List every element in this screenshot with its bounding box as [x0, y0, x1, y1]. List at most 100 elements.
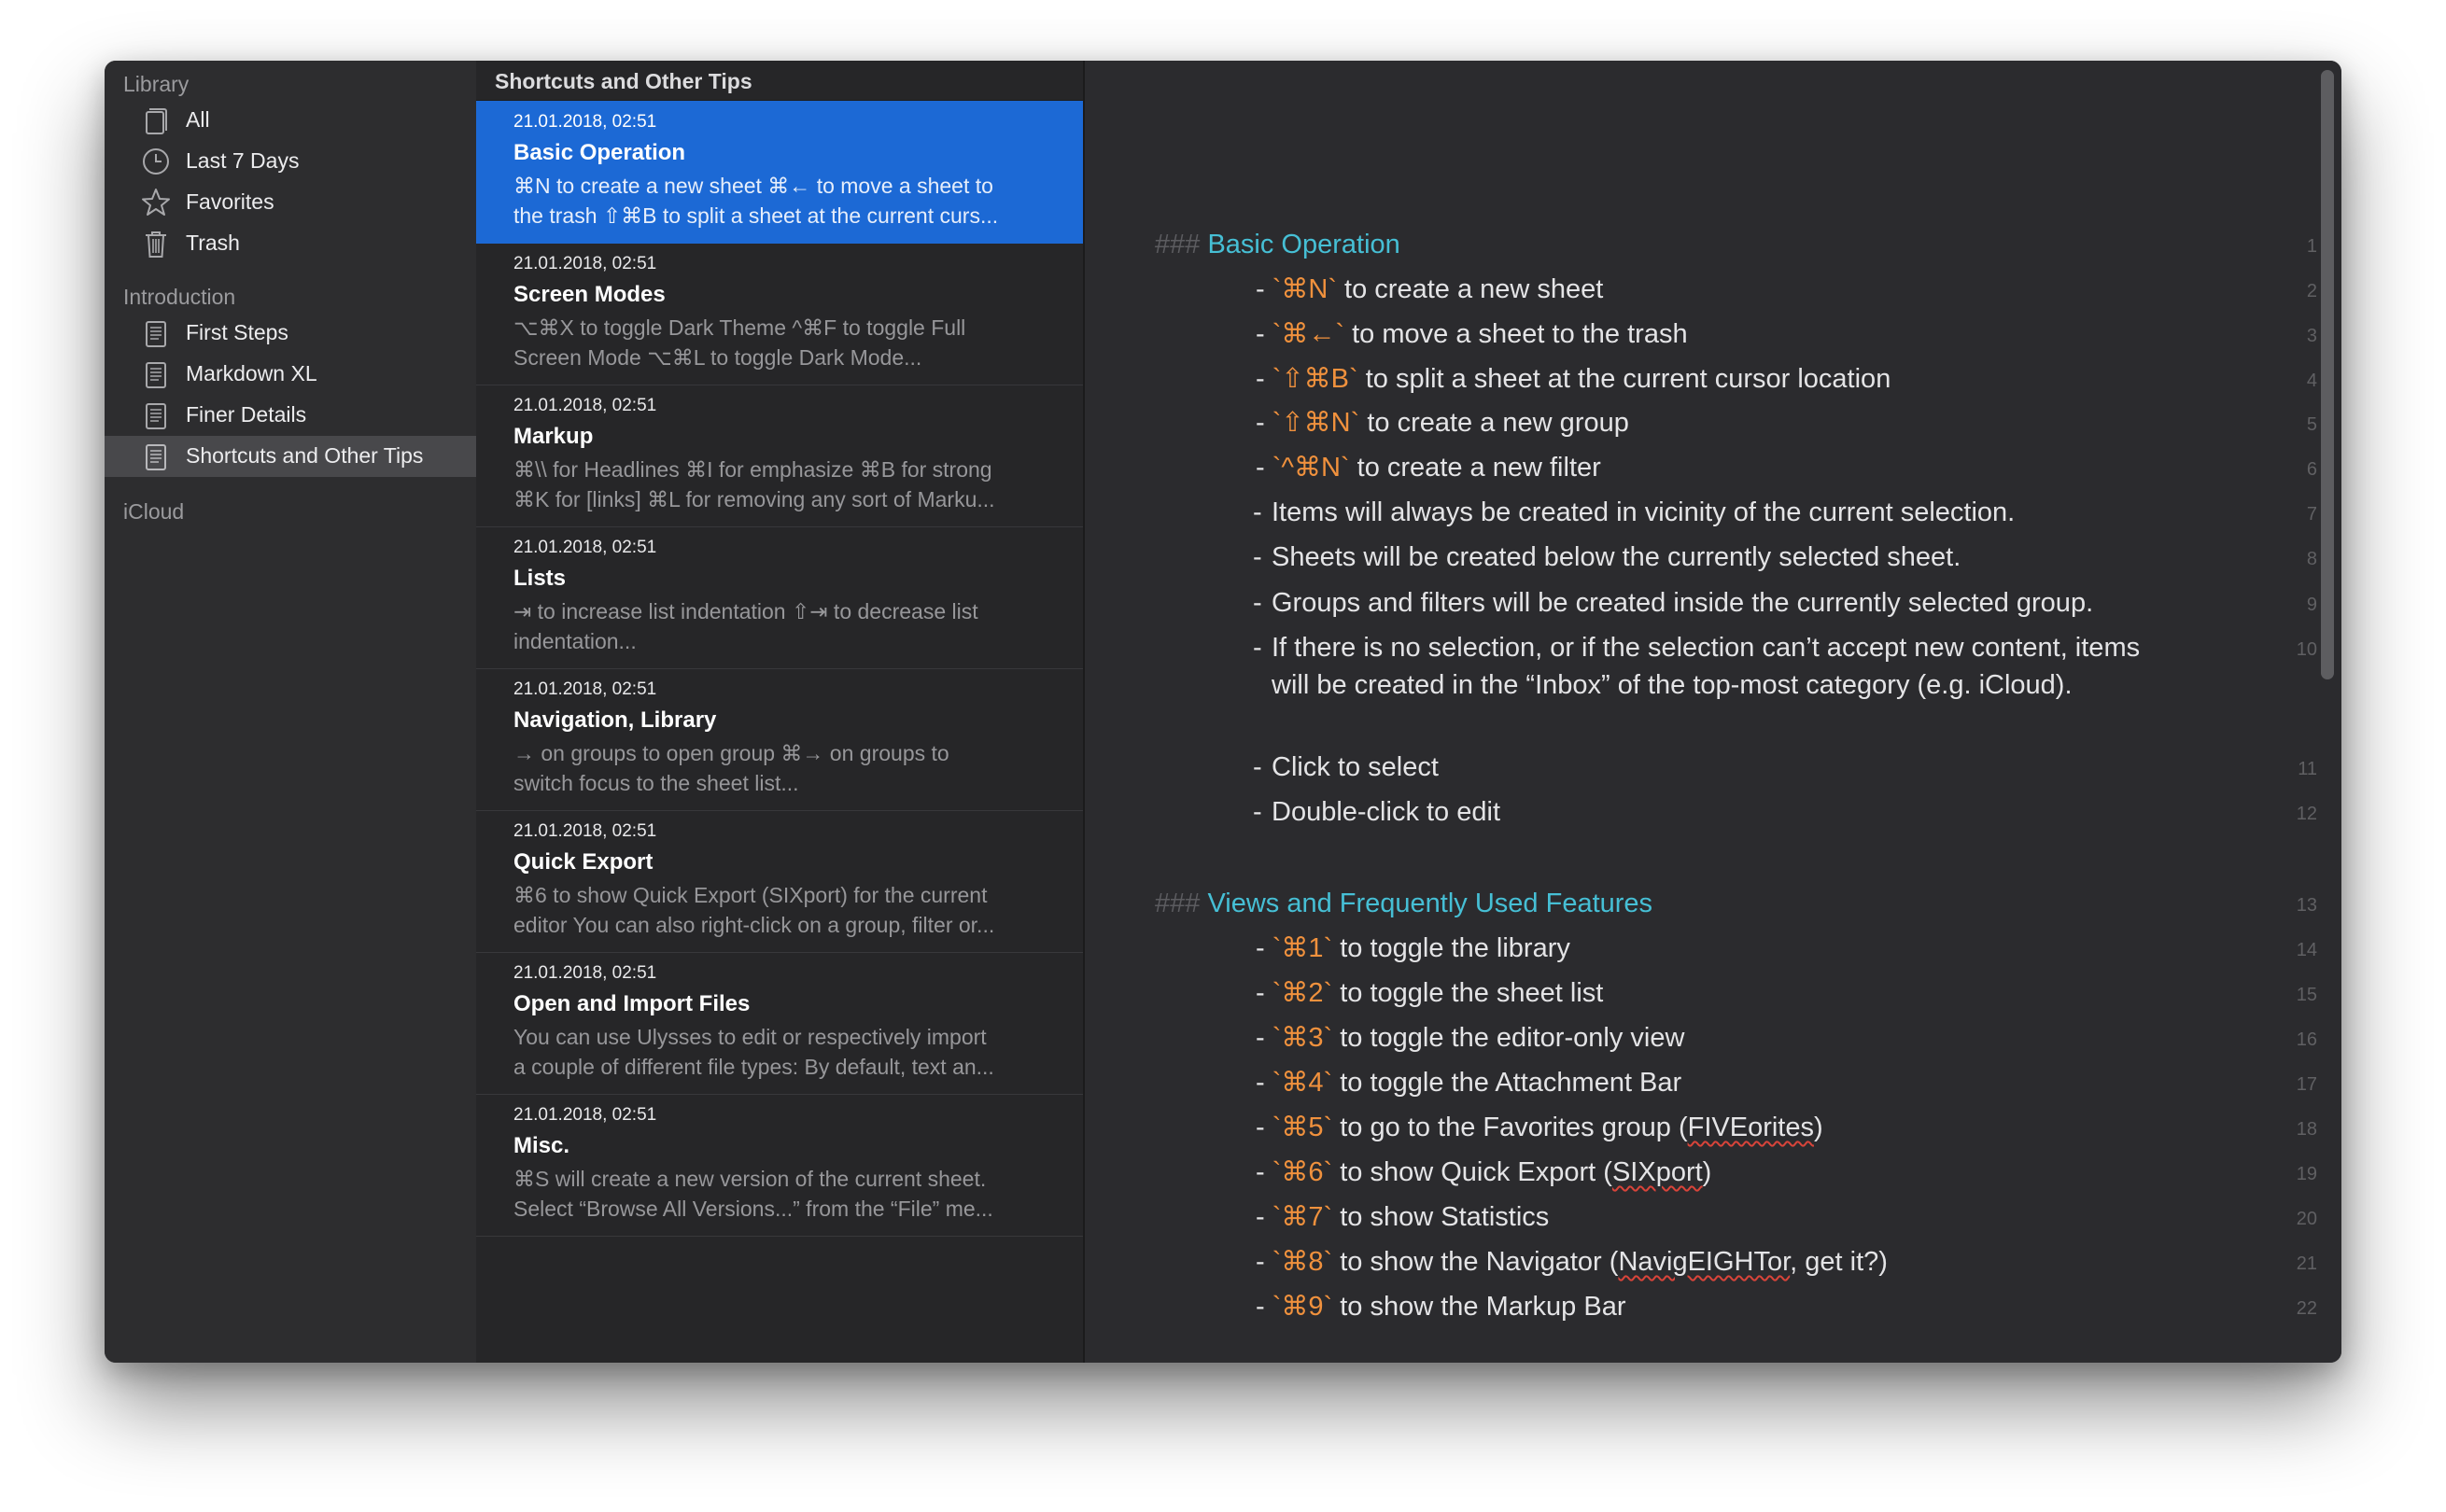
icloud-section-header[interactable]: iCloud	[123, 499, 184, 525]
sidebar-item-label: All	[186, 107, 210, 132]
shortcut-code: `⇧⌘B`	[1272, 364, 1358, 394]
heading-marker: ###	[1155, 889, 1201, 918]
sheet-date: 21.01.2018, 02:51	[513, 112, 657, 132]
line-number: 19	[2296, 1164, 2317, 1184]
shortcut-code: `⌘4`	[1272, 1068, 1333, 1098]
sidebar-item-shortcuts-and-other-tips[interactable]: Shortcuts and Other Tips	[105, 436, 476, 477]
shortcut-code: `⌘7`	[1272, 1202, 1333, 1232]
line-number: 18	[2296, 1119, 2317, 1140]
sidebar-item-last-7-days[interactable]: Last 7 Days	[105, 141, 476, 182]
sidebar-item-first-steps[interactable]: First Steps	[105, 313, 476, 354]
sheet-excerpt: ⌘S will create a new version of the curr…	[513, 1167, 993, 1221]
library-section-header: Library	[123, 72, 190, 96]
sidebar-item-label: Last 7 Days	[186, 148, 300, 173]
line-text: to create a new group	[1367, 408, 1629, 438]
sidebar-item-markdown-xl[interactable]: Markdown XL	[105, 354, 476, 395]
sheet-item[interactable]: 21.01.2018, 02:51 Misc. ⌘S will create a n…	[476, 1094, 1083, 1237]
heading-text: Basic Operation	[1207, 230, 1400, 259]
line-number: 4	[2306, 371, 2317, 391]
shortcut-code: `⌘2`	[1272, 978, 1333, 1008]
line-number: 10	[2296, 639, 2317, 660]
trash-icon	[146, 231, 166, 258]
line-text: to move a sheet to the trash	[1352, 319, 1688, 349]
line-text: to split a sheet at the current cursor l…	[1365, 364, 1891, 394]
clock-icon	[143, 148, 169, 175]
line-text: Sheets will be created below the current…	[1272, 542, 1961, 572]
sheet-excerpt: ⇥ to increase list indentation ⇧⇥ to dec…	[513, 599, 978, 653]
sheet-excerpt: ⌘N to create a new sheet ⌘← to move a sh…	[513, 174, 999, 228]
line-number: 2	[2306, 281, 2317, 301]
line-text: Groups and filters will be created insid…	[1272, 588, 2094, 618]
shortcut-code: `⌘5`	[1272, 1113, 1333, 1142]
editor-scrollbar[interactable]	[2321, 70, 2334, 679]
sidebar-item-label: Markdown XL	[186, 361, 317, 385]
sheet-date: 21.01.2018, 02:51	[513, 1105, 657, 1125]
sheet-date: 21.01.2018, 02:51	[513, 254, 657, 273]
line-text: to create a new filter	[1357, 453, 1601, 483]
app-window: Library All Last 7 Days Favorites Trash …	[105, 61, 2341, 1363]
line-number: 8	[2306, 549, 2317, 569]
sheet-excerpt: ⌘\\ for Headlines ⌘I for emphasize ⌘B fo…	[513, 457, 995, 511]
sidebar-item-trash[interactable]: Trash	[105, 223, 476, 264]
sheet-item[interactable]: 21.01.2018, 02:51 Markup ⌘\\ for Headlines…	[476, 385, 1083, 527]
line-number: 21	[2296, 1253, 2317, 1274]
sidebar-item-label: Shortcuts and Other Tips	[186, 443, 424, 468]
sheet-title: Quick Export	[513, 849, 654, 875]
sheet-title: Lists	[513, 566, 567, 591]
shortcut-code: `^⌘N`	[1272, 453, 1350, 483]
sheet-list-title: Shortcuts and Other Tips	[495, 69, 752, 93]
sidebar-item-all[interactable]: All	[105, 100, 476, 141]
line-text: to create a new sheet	[1344, 274, 1604, 304]
document-icon	[146, 444, 166, 470]
sheet-title: Misc.	[513, 1133, 570, 1158]
line-number: 12	[2296, 804, 2317, 824]
sheet-date: 21.01.2018, 02:51	[513, 679, 657, 699]
line-text-after: )	[1702, 1157, 1712, 1187]
misspelled-word[interactable]: NavigEIGHTor	[1618, 1247, 1790, 1277]
sheet-item[interactable]: 21.01.2018, 02:51 Open and Import Files Yo…	[476, 952, 1083, 1095]
sheet-item[interactable]: 21.01.2018, 02:51 Quick Export ⌘6 to show …	[476, 810, 1083, 953]
sheet-title: Basic Operation	[513, 140, 686, 165]
introduction-section-header: Introduction	[123, 285, 236, 309]
heading-marker: ###	[1155, 230, 1201, 259]
shortcut-code: `⌘←`	[1272, 319, 1345, 349]
sheet-title: Screen Modes	[513, 282, 666, 307]
line-text: to show the Navigator (	[1340, 1247, 1619, 1277]
shortcut-code: `⌘N`	[1272, 274, 1337, 304]
shortcut-code: `⌘6`	[1272, 1157, 1333, 1187]
sheet-excerpt: ⌥⌘X to toggle Dark Theme ^⌘F to toggle F…	[513, 315, 966, 370]
shortcut-code: `⌘1`	[1272, 933, 1333, 963]
sidebar-item-label: First Steps	[186, 320, 288, 344]
sheet-item[interactable]: 21.01.2018, 02:51 Screen Modes ⌥⌘X to togg…	[476, 243, 1083, 385]
shortcut-code: `⌘8`	[1272, 1247, 1333, 1277]
line-number: 11	[2298, 759, 2317, 779]
sidebar-item-finer-details[interactable]: Finer Details	[105, 395, 476, 436]
sheet-item[interactable]: 21.01.2018, 02:51 Lists ⇥ to increase list…	[476, 526, 1083, 669]
line-text: to toggle the sheet list	[1340, 978, 1604, 1008]
sheet-excerpt: You can use Ulysses to edit or respectiv…	[513, 1025, 994, 1079]
misspelled-word[interactable]: FIVEorites	[1688, 1113, 1814, 1142]
line-text-after: )	[1813, 1113, 1823, 1142]
line-text-after: , get it?)	[1790, 1247, 1888, 1277]
shortcut-code: `⇧⌘N`	[1272, 408, 1360, 438]
line-text: Items will always be created in vicinity…	[1272, 497, 2016, 527]
sheet-item[interactable]: 21.01.2018, 02:51 Navigation, Library → on…	[476, 668, 1083, 811]
sidebar-item-label: Trash	[186, 231, 240, 255]
line-number: 16	[2296, 1029, 2317, 1050]
sheet-item[interactable]: 21.01.2018, 02:51 Basic Operation ⌘N to cr…	[476, 101, 1083, 244]
library-sidebar: Library All Last 7 Days Favorites Trash …	[105, 61, 478, 1363]
sheet-date: 21.01.2018, 02:51	[513, 396, 657, 415]
line-number: 15	[2296, 985, 2317, 1005]
sheet-date: 21.01.2018, 02:51	[513, 538, 657, 557]
misspelled-word[interactable]: SIXport	[1612, 1157, 1703, 1187]
line-text: Click to select	[1272, 752, 1439, 782]
editor[interactable]: ### Basic Operation 1- `⌘N` to create a n…	[1085, 61, 2341, 1363]
sidebar-item-favorites[interactable]: Favorites	[105, 182, 476, 223]
all-sheets-icon	[146, 108, 167, 134]
document-icon	[146, 321, 166, 347]
star-icon	[142, 189, 170, 216]
document-icon	[146, 362, 166, 388]
line-text: to go to the Favorites group (	[1340, 1113, 1688, 1142]
sheet-list: Shortcuts and Other Tips 21.01.2018, 02:…	[476, 61, 1085, 1363]
heading-text: Views and Frequently Used Features	[1207, 889, 1653, 918]
